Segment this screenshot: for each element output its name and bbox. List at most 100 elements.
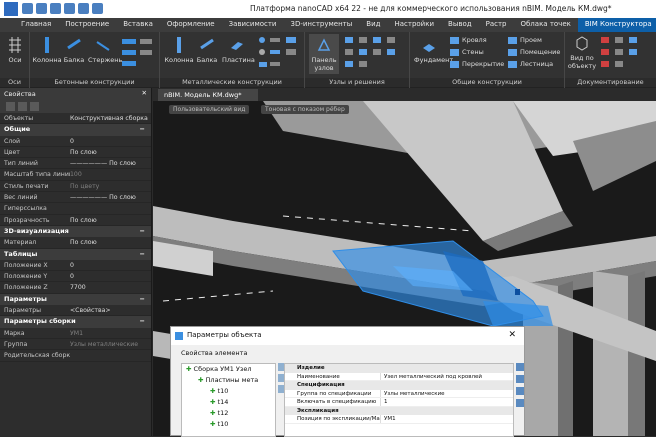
property-row[interactable]: Слой 0 bbox=[0, 136, 151, 147]
property-row[interactable]: Марка УМ1 bbox=[0, 328, 151, 339]
rod-button[interactable]: Стержень bbox=[88, 36, 122, 64]
metal-extra-tools[interactable] bbox=[256, 34, 302, 74]
print-icon[interactable] bbox=[64, 3, 75, 14]
tree-node[interactable]: ✚ t10 bbox=[182, 419, 275, 430]
grid-row[interactable]: Включать в спецификацию 1 bbox=[285, 398, 513, 407]
tab-home[interactable]: Главная bbox=[14, 18, 58, 32]
grid-value[interactable]: Узлы металлические bbox=[381, 390, 513, 398]
grid-row[interactable]: Группа по спецификации Узлы металлические bbox=[285, 389, 513, 398]
tree-node[interactable]: ✚ t12 bbox=[182, 408, 275, 419]
foundation-button[interactable]: Фундамент bbox=[414, 36, 453, 64]
grid-section[interactable]: Спецификация bbox=[285, 381, 513, 390]
property-row[interactable]: Цвет По слою bbox=[0, 147, 151, 159]
grid-row[interactable]: Наименование Узел металлический под кровл… bbox=[285, 372, 513, 381]
property-row[interactable]: Масштаб типа линий 100 bbox=[0, 169, 151, 181]
tree-node[interactable]: ✚ t10 bbox=[182, 386, 275, 397]
settings-icon[interactable] bbox=[516, 399, 524, 407]
tab-build[interactable]: Построение bbox=[58, 18, 116, 32]
save-icon[interactable] bbox=[50, 3, 61, 14]
tree-node[interactable]: ✚ Сборка УМ1 Узел bbox=[182, 364, 275, 375]
nodes-extra-tools[interactable] bbox=[343, 34, 407, 74]
quick-select-icon[interactable] bbox=[30, 102, 39, 111]
sort-category-icon[interactable] bbox=[516, 375, 524, 383]
close-icon[interactable]: ✕ bbox=[508, 330, 516, 340]
undo-icon[interactable] bbox=[78, 3, 89, 14]
concrete-extra-tools[interactable] bbox=[120, 36, 156, 74]
collapse-icon[interactable]: − bbox=[140, 316, 145, 327]
property-row[interactable]: Положение X 0 bbox=[0, 260, 151, 272]
opening-button[interactable]: Проем bbox=[508, 36, 542, 44]
collapse-icon[interactable]: − bbox=[140, 249, 145, 260]
grid-value[interactable]: УМ1 bbox=[381, 415, 513, 423]
grid-section[interactable]: Экспликация bbox=[285, 406, 513, 415]
walls-button[interactable]: Стены bbox=[450, 48, 484, 56]
property-row[interactable]: Материал По слою bbox=[0, 237, 151, 249]
property-row[interactable]: Тип линий —————— По слою bbox=[0, 158, 151, 170]
floor-button[interactable]: Перекрытие bbox=[450, 60, 504, 68]
tree-node[interactable]: ✚ t14 bbox=[182, 397, 275, 408]
property-row[interactable]: Стиль печати По цвету bbox=[0, 181, 151, 193]
metal-column-button[interactable]: Колонна bbox=[164, 36, 194, 64]
tab-constraints[interactable]: Зависимости bbox=[222, 18, 284, 32]
axes-button[interactable]: Оси bbox=[3, 36, 27, 64]
property-section[interactable]: 3D-визуализация − bbox=[0, 225, 151, 238]
property-row[interactable]: Положение Y 0 bbox=[0, 271, 151, 283]
app-logo-icon[interactable] bbox=[4, 2, 18, 16]
tab-settings[interactable]: Настройки bbox=[387, 18, 441, 32]
object-row[interactable]: Объекты Конструктивная сборка bbox=[0, 113, 151, 125]
concrete-beam-button[interactable]: Балка bbox=[62, 36, 86, 64]
property-row[interactable]: Родительская сборка bbox=[0, 350, 151, 362]
sort-az-icon[interactable] bbox=[516, 363, 524, 371]
new-file-icon[interactable] bbox=[22, 3, 33, 14]
nodes-panel-button[interactable]: Панель узлов bbox=[309, 34, 339, 74]
section-title: 3D-визуализация bbox=[4, 226, 69, 235]
rod-icon bbox=[96, 41, 110, 51]
collapse-icon[interactable]: − bbox=[140, 294, 145, 305]
property-row[interactable]: Гиперссылка bbox=[0, 203, 151, 215]
view-label[interactable]: Пользовательский вид bbox=[169, 105, 250, 114]
concrete-column-button[interactable]: Колонна bbox=[32, 36, 62, 64]
select-icon[interactable] bbox=[18, 102, 27, 111]
property-row[interactable]: Группа Узлы металлические bbox=[0, 339, 151, 351]
filter-icon[interactable] bbox=[6, 102, 15, 111]
tab-output[interactable]: Вывод bbox=[441, 18, 479, 32]
visual-style-label[interactable]: Тоновая с показом рёбер bbox=[261, 105, 349, 114]
document-tab[interactable]: nBIM. Модель КМ.dwg* bbox=[158, 89, 258, 101]
grid-section[interactable]: Изделие bbox=[285, 364, 513, 373]
property-key: Стиль печати bbox=[4, 182, 49, 190]
tab-point-clouds[interactable]: Облака точек bbox=[513, 18, 577, 32]
property-row[interactable]: Положение Z 7700 bbox=[0, 282, 151, 294]
property-row[interactable]: Прозрачность По слою bbox=[0, 215, 151, 226]
tree-node[interactable]: ✚ Пластины мета bbox=[182, 375, 275, 386]
tab-menu[interactable] bbox=[0, 18, 14, 32]
tab-3d-tools[interactable]: 3D-инструменты bbox=[283, 18, 359, 32]
tab-insert[interactable]: Вставка bbox=[116, 18, 160, 32]
property-section[interactable]: Параметры − bbox=[0, 293, 151, 306]
tab-format[interactable]: Оформление bbox=[160, 18, 222, 32]
docs-extra-tools[interactable] bbox=[599, 34, 653, 74]
close-icon[interactable]: ✕ bbox=[142, 89, 147, 97]
metal-beam-button[interactable]: Балка bbox=[194, 36, 220, 64]
stair-button[interactable]: Лестница bbox=[508, 60, 553, 68]
collapse-icon[interactable]: − bbox=[140, 226, 145, 237]
tab-raster[interactable]: Растр bbox=[479, 18, 514, 32]
room-button[interactable]: Помещение bbox=[508, 48, 560, 56]
tab-bim-constructor[interactable]: BIM Конструктора bbox=[577, 18, 656, 32]
plate-button[interactable]: Пластина bbox=[222, 36, 255, 64]
open-file-icon[interactable] bbox=[36, 3, 47, 14]
grid-value[interactable]: Узел металлический под кровлей bbox=[381, 373, 513, 381]
property-row[interactable]: Вес линий —————— По слою bbox=[0, 192, 151, 204]
property-section[interactable]: Параметры сборки − bbox=[0, 316, 151, 328]
redo-icon[interactable] bbox=[92, 3, 103, 14]
collapse-icon[interactable]: − bbox=[140, 124, 145, 135]
grid-row[interactable]: Позиция по экспликации/Марка УМ1 bbox=[285, 415, 513, 424]
view-by-object-button[interactable]: Вид по объекту bbox=[567, 34, 597, 70]
tab-view[interactable]: Вид bbox=[359, 18, 387, 32]
filter-icon[interactable] bbox=[516, 387, 524, 395]
concrete-column-label: Колонна bbox=[32, 56, 62, 64]
property-section[interactable]: Таблицы − bbox=[0, 248, 151, 260]
roof-button[interactable]: Кровля bbox=[450, 36, 487, 44]
property-section[interactable]: Общие − bbox=[0, 124, 151, 136]
grid-value[interactable]: 1 bbox=[381, 398, 513, 406]
property-row[interactable]: Параметры <Свойства> bbox=[0, 305, 151, 317]
